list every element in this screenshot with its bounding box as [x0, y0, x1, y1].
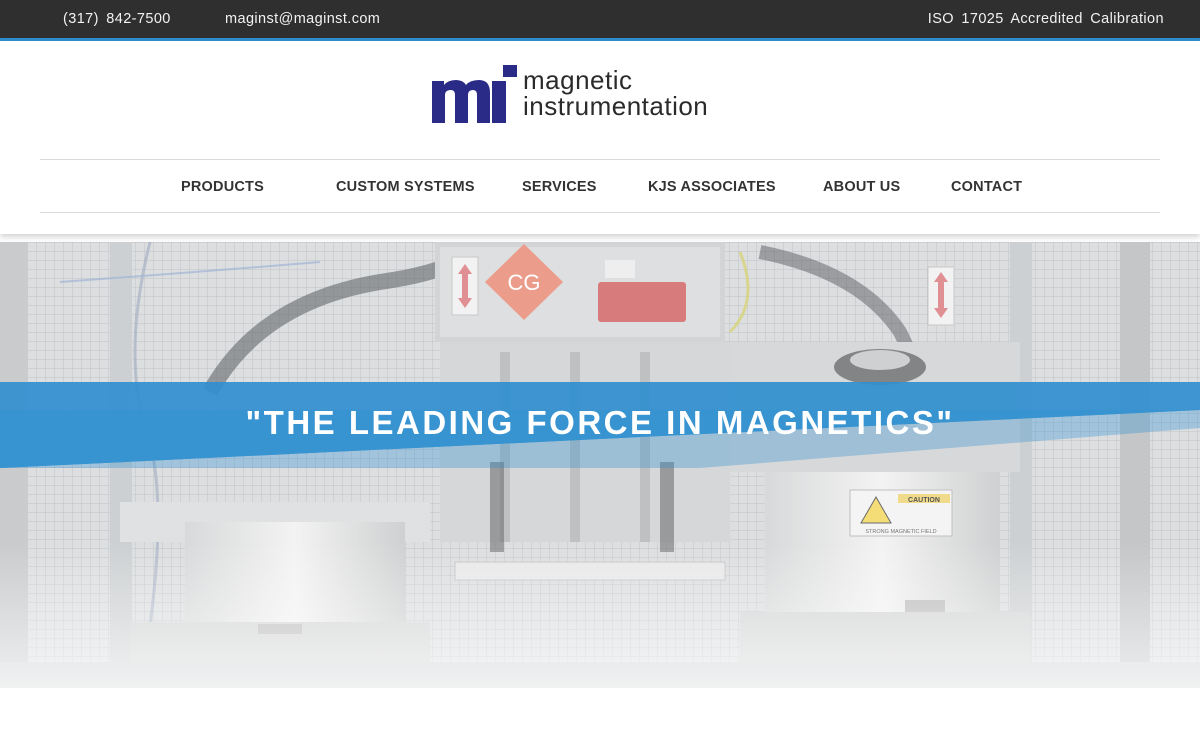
- nav-kjs-associates[interactable]: KJS ASSOCIATES: [648, 179, 776, 195]
- caution-label: CAUTION STRONG MAGNETIC FIELD: [849, 489, 953, 537]
- nav-top-rule: [40, 159, 1160, 160]
- nav-products[interactable]: PRODUCTS: [181, 179, 264, 195]
- hero-machine-image: CG CAUTION STRONG MAGNETIC FIELD: [0, 242, 1200, 688]
- phone-number[interactable]: (317) 842-7500: [63, 11, 171, 27]
- caution-title: CAUTION: [908, 497, 940, 504]
- logo-line-1: magnetic: [523, 65, 633, 95]
- email-link[interactable]: maginst@maginst.com: [225, 11, 380, 27]
- nav-custom-systems[interactable]: CUSTOM SYSTEMS: [336, 179, 475, 195]
- site-header: magnetic instrumentation PRODUCTS CUSTOM…: [0, 41, 1200, 234]
- nav-contact[interactable]: CONTACT: [951, 179, 1022, 195]
- nav-services[interactable]: SERVICES: [522, 179, 597, 195]
- nav-bottom-rule: [40, 212, 1160, 213]
- caution-subtitle: STRONG MAGNETIC FIELD: [865, 529, 936, 535]
- cg-sign-text: CG: [508, 270, 541, 295]
- top-contact-bar: (317) 842-7500 maginst@maginst.com ISO 1…: [0, 0, 1200, 38]
- nav-about-us[interactable]: ABOUT US: [823, 179, 900, 195]
- logo-wordmark: magnetic instrumentation: [523, 67, 708, 119]
- mi-logo-mark: [432, 65, 517, 123]
- company-logo[interactable]: magnetic instrumentation: [432, 63, 772, 125]
- hero-section: CG CAUTION STRONG MAGNETIC FIELD: [0, 242, 1200, 688]
- hero-tagline: "THE LEADING FORCE IN MAGNETICS": [245, 404, 955, 441]
- logo-line-2: instrumentation: [523, 91, 709, 121]
- accreditation-text: ISO 17025 Accredited Calibration: [927, 11, 1164, 27]
